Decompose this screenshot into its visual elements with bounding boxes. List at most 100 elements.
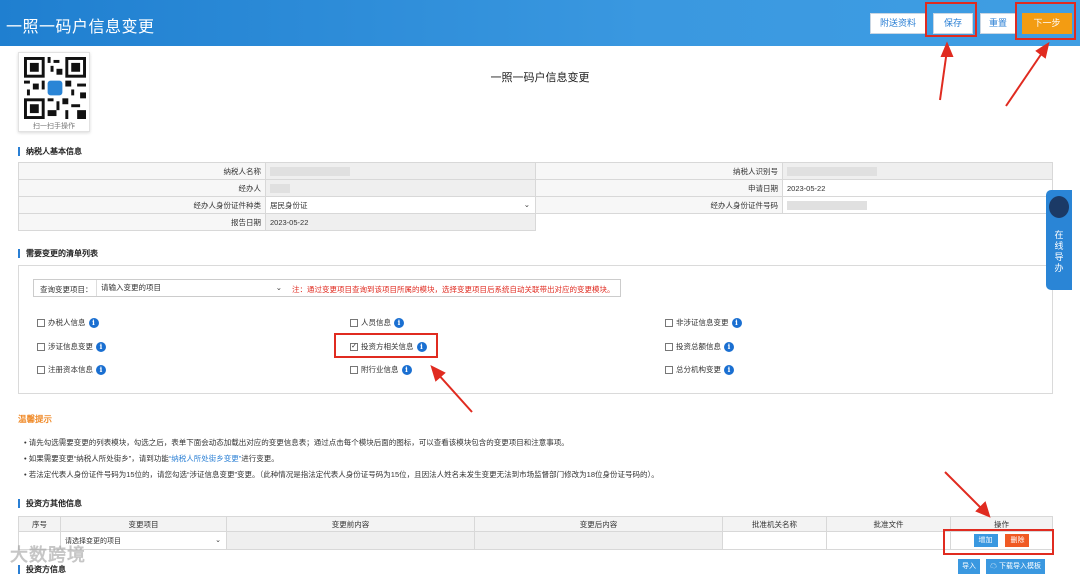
qr-code-card: 扫一扫手操作 (18, 52, 90, 132)
option-branch-change[interactable]: 总分机构变更 i (665, 364, 734, 375)
checkbox[interactable] (665, 365, 673, 374)
apply-date-value: 2023-05-22 (782, 179, 1053, 197)
online-guide-tab[interactable]: 在线导办 (1046, 190, 1072, 290)
info-icon[interactable]: i (96, 364, 106, 375)
assistant-avatar-icon (1049, 196, 1069, 218)
section-title-basic-info: 纳税人基本信息 (18, 147, 82, 156)
info-icon[interactable]: i (724, 341, 734, 352)
info-icon[interactable]: i (731, 317, 742, 328)
info-icon[interactable]: i (88, 317, 99, 328)
basic-info-table: 纳税人名称 纳税人识别号 经办人 申请日期 2023-05-22 经办人身份证件… (18, 162, 1053, 231)
operation-cell: 增加 删除 (950, 531, 1053, 550)
street-change-link[interactable]: “纳税人所处街乡变更” (169, 454, 242, 463)
option-label: 人员信息 (361, 318, 391, 327)
query-change-item: 查询变更项目： 请输入变更的项目 ⌄ 注：通过变更项目查询到该项目所属的模块，选择… (33, 279, 621, 297)
change-list-panel: 查询变更项目： 请输入变更的项目 ⌄ 注：通过变更项目查询到该项目所属的模块，选择… (18, 265, 1053, 394)
option-registered-capital[interactable]: 注册资本信息 i (37, 364, 106, 375)
col-header: 变更项目 (60, 516, 227, 532)
tip-text: 若法定代表人身份证件号码为15位的，请您勾选“涉证信息变更”变更。（此种情况是指… (28, 470, 659, 479)
option-label: 非涉证信息变更 (676, 318, 729, 327)
download-template-button[interactable]: ☁ 下载导入模板 (986, 559, 1045, 574)
agent-id-type-value: 居民身份证 (270, 200, 308, 210)
checkbox[interactable] (350, 365, 358, 374)
option-sub-industry[interactable]: 附行业信息 i (350, 364, 412, 375)
reset-button[interactable]: 重置 (980, 13, 1016, 34)
option-cert-change[interactable]: 涉证信息变更 i (37, 341, 106, 352)
checkbox[interactable] (37, 318, 45, 327)
info-icon[interactable]: i (416, 341, 427, 352)
delete-row-button[interactable]: 删除 (1005, 534, 1030, 547)
tip-1: • 请先勾选需要变更的列表模块，勾选之后，表单下面会动态加载出对应的变更信息表；… (24, 438, 569, 447)
agent-value (265, 179, 536, 197)
option-non-cert-change[interactable]: 非涉证信息变更 i (665, 317, 742, 328)
col-header: 变更前内容 (226, 516, 475, 532)
empty-cell (535, 213, 1053, 231)
option-personnel[interactable]: 人员信息 i (350, 317, 404, 328)
tip-text: 进行变更。 (241, 454, 279, 463)
table-row: 报告日期 2023-05-22 (18, 213, 1053, 231)
option-label: 办税人信息 (48, 318, 86, 327)
investor-other-table: 序号 变更项目 变更前内容 变更后内容 批准机关名称 批准文件 操作 请选择变更… (18, 516, 1053, 550)
option-label: 投资总额信息 (676, 342, 721, 351)
agent-id-type-label: 经办人身份证件种类 (18, 196, 266, 214)
checkbox[interactable] (350, 318, 358, 327)
table-header-row: 序号 变更项目 变更前内容 变更后内容 批准机关名称 批准文件 操作 (18, 516, 1053, 532)
option-label: 涉证信息变更 (48, 342, 93, 351)
info-icon[interactable]: i (394, 317, 404, 328)
redacted-value (787, 166, 877, 176)
agent-id-type-select[interactable]: 居民身份证 ⌄ (265, 196, 536, 214)
arrow-to-operation (944, 471, 985, 512)
query-label: 查询变更项目： (40, 285, 93, 294)
info-icon[interactable]: i (96, 341, 106, 352)
table-row: 经办人身份证件种类 居民身份证 ⌄ 经办人身份证件号码 (18, 196, 1053, 214)
tips-title: 温馨提示 (18, 414, 53, 424)
table-row: 经办人 申请日期 2023-05-22 (18, 179, 1053, 197)
download-template-label: 下载导入模板 (998, 563, 1041, 570)
section-title-change-list: 需要变更的清单列表 (18, 249, 98, 258)
import-button[interactable]: 导入 (958, 559, 980, 574)
option-investor-info[interactable]: ✓ 投资方相关信息 i (350, 341, 427, 352)
query-note: 注：通过变更项目查询到该项目所属的模块，选择变更项目后系统自动关联带出对应的变更… (292, 285, 615, 294)
qr-code-image (24, 57, 86, 119)
guide-text: 在线导办 (1054, 230, 1064, 273)
approval-file-cell[interactable] (826, 531, 951, 550)
qr-caption: 扫一扫手操作 (33, 123, 75, 130)
tip-text: 如果需要变更“纳税人所处街乡”，请到功能 (28, 454, 169, 463)
arrow-head-operation (975, 501, 991, 518)
table-row: 请选择变更的项目 ⌄ 增加 删除 (18, 531, 1053, 550)
info-icon[interactable]: i (401, 364, 412, 375)
chevron-down-icon: ⌄ (215, 536, 221, 544)
taxpayer-name-value (265, 162, 536, 180)
add-row-button[interactable]: 增加 (973, 534, 998, 547)
download-icon: ☁ (990, 563, 999, 570)
option-label: 总分机构变更 (676, 365, 721, 374)
approval-authority-cell[interactable] (722, 531, 827, 550)
after-content-cell[interactable] (474, 531, 723, 550)
option-taxpayer-agent[interactable]: 办税人信息 i (37, 317, 99, 328)
checkbox[interactable] (37, 365, 45, 374)
col-header: 序号 (18, 516, 61, 532)
next-step-button[interactable]: 下一步 (1022, 13, 1072, 34)
checkbox-checked[interactable]: ✓ (350, 342, 358, 351)
app-title: 一照一码户信息变更 (6, 19, 155, 36)
attach-docs-button[interactable]: 附送资料 (870, 13, 926, 34)
option-total-investment[interactable]: 投资总额信息 i (665, 341, 734, 352)
tip-3: • 若法定代表人身份证件号码为15位的，请您勾选“涉证信息变更”变更。（此种情况… (24, 470, 659, 479)
col-header: 批准机关名称 (722, 516, 827, 532)
checkbox[interactable] (37, 342, 45, 351)
agent-id-number-field[interactable] (782, 196, 1053, 214)
tip-text: 请先勾选需要变更的列表模块，勾选之后，表单下面会动态加载出对应的变更信息表；通过… (28, 438, 569, 447)
save-button[interactable]: 保存 (933, 13, 973, 34)
checkbox[interactable] (665, 318, 673, 327)
chevron-down-icon: ⌄ (275, 283, 282, 292)
option-label: 附行业信息 (361, 365, 399, 374)
watermark: 大数跨境 (10, 545, 86, 565)
page-title: 一照一码户信息变更 (490, 72, 590, 84)
agent-label: 经办人 (18, 179, 266, 197)
checkbox[interactable] (665, 342, 673, 351)
query-change-select[interactable]: 请输入变更的项目 ⌄ (96, 280, 286, 296)
apply-date-label: 申请日期 (535, 179, 783, 197)
section-title-investor-other: 投资方其他信息 (18, 499, 82, 508)
info-icon[interactable]: i (724, 364, 734, 375)
chevron-down-icon: ⌄ (523, 199, 530, 209)
